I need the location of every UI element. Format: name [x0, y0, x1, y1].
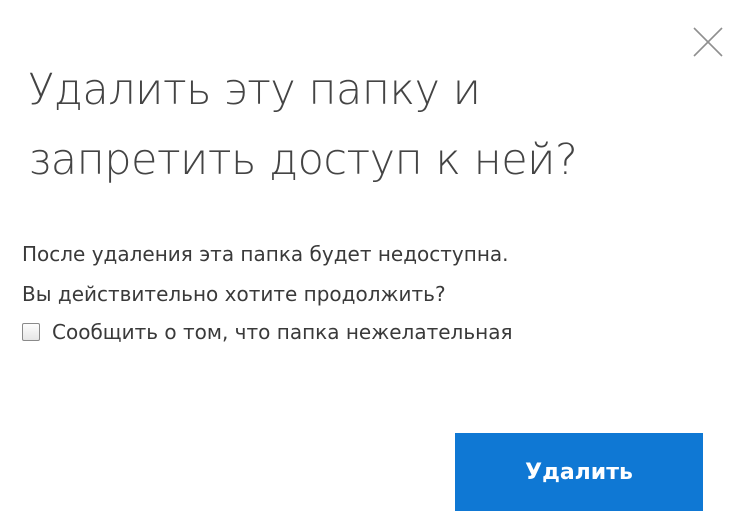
dialog-message: После удаления эта папка будет недоступн…	[22, 234, 722, 314]
dialog-title: Удалить эту папку и запретить доступ к н…	[28, 55, 668, 195]
report-unwanted-label[interactable]: Сообщить о том, что папка нежелательная	[52, 320, 512, 344]
delete-folder-dialog: Удалить эту папку и запретить доступ к н…	[0, 0, 745, 515]
dialog-message-line-2: Вы действительно хотите продолжить?	[22, 282, 446, 306]
close-icon	[693, 27, 723, 57]
dialog-title-line-1: Удалить эту папку и	[28, 65, 481, 115]
report-unwanted-option[interactable]: Сообщить о том, что папка нежелательная	[22, 312, 512, 352]
report-unwanted-checkbox[interactable]	[22, 323, 40, 341]
close-button[interactable]	[688, 22, 728, 62]
dialog-title-line-2: запретить доступ к ней?	[28, 135, 578, 185]
dialog-message-line-1: После удаления эта папка будет недоступн…	[22, 242, 509, 266]
delete-button[interactable]: Удалить	[455, 433, 703, 511]
